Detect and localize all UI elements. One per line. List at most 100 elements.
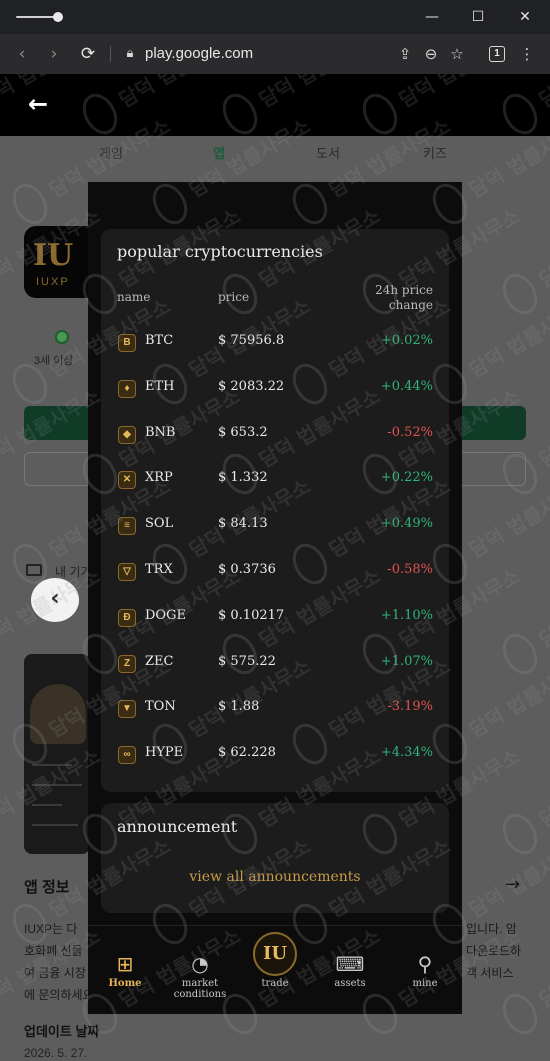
column-change: 24h price change — [340, 283, 433, 313]
tab-kids[interactable]: 키즈 — [423, 143, 447, 162]
url-text[interactable]: play.google.com — [145, 45, 253, 62]
coin-symbol[interactable]: HYPE — [145, 745, 183, 760]
coin-change: +1.10% — [380, 608, 433, 623]
svg-text:담덕 법률사무소: 담덕 법률사무소 — [535, 384, 550, 473]
popular-title: popular cryptocurrencies — [117, 242, 323, 261]
back-arrow-icon[interactable]: ← — [28, 90, 54, 118]
svg-text:담덕 법률사무소: 담덕 법률사무소 — [535, 204, 550, 293]
tab-apps[interactable]: 앱 — [213, 143, 225, 162]
coin-price: $ 0.10217 — [218, 608, 285, 623]
view-all-announcements-link[interactable]: view all announcements — [101, 869, 449, 885]
tab-games[interactable]: 게임 — [99, 143, 123, 162]
carousel-prev-button[interactable]: ‹ — [31, 578, 79, 622]
coin-price: $ 84.13 — [218, 516, 268, 531]
more-icon[interactable]: ⋮ — [516, 42, 538, 66]
nav-mine[interactable]: mine — [390, 978, 460, 989]
app-icon-logo: IU — [33, 238, 74, 273]
pie-chart-icon[interactable]: ◔ — [180, 952, 220, 976]
coin-icon-bnb: ◆ — [118, 426, 136, 444]
coin-symbol[interactable]: ETH — [145, 379, 175, 394]
forward-icon[interactable]: › — [42, 42, 66, 66]
screenshot-line — [32, 764, 72, 766]
zoom-icon[interactable]: ⊖ — [420, 42, 442, 66]
back-icon[interactable]: ‹ — [10, 42, 34, 66]
coin-change: -0.58% — [387, 562, 433, 577]
update-label: 업데이트 날짜 — [24, 1024, 100, 1039]
minimize-icon[interactable]: — — [420, 6, 444, 28]
svg-text:담덕 법률사무소: 담덕 법률사무소 — [465, 294, 550, 383]
maximize-icon[interactable]: ☐ — [466, 6, 490, 28]
coin-icon-sol: ≡ — [118, 517, 136, 535]
coin-symbol[interactable]: BNB — [145, 425, 175, 440]
nav-market-conditions[interactable]: market conditions — [165, 978, 235, 1000]
update-date: 2026. 5. 27. — [24, 1046, 88, 1060]
svg-text:담덕 법률사무소: 담덕 법률사무소 — [465, 474, 550, 563]
home-grid-icon[interactable]: ⊞ — [105, 952, 145, 976]
coin-price: $ 1.88 — [218, 699, 260, 714]
watermark-stamp: 담덕 법률사무소 — [502, 564, 550, 675]
coin-icon-ton: ▼ — [118, 700, 136, 718]
coin-symbol[interactable]: BTC — [145, 333, 173, 348]
description-text: 여 금융 시장 — [24, 966, 86, 980]
app-info-title[interactable]: 앱 정보 — [24, 876, 70, 897]
coin-symbol[interactable]: SOL — [145, 516, 173, 531]
share-icon[interactable]: ⇪ — [394, 42, 416, 66]
coin-change: +1.07% — [380, 654, 433, 669]
svg-text:담덕 법률사무소: 담덕 법률사무소 — [535, 924, 550, 1013]
svg-text:담덕 법률사무소: 담덕 법률사무소 — [535, 564, 550, 653]
watermark-stamp: 담덕 법률사무소 — [502, 204, 550, 315]
description-text: 에 문의하세요 — [24, 988, 94, 1002]
volume-slider-knob[interactable] — [53, 12, 63, 22]
device-icon — [26, 564, 42, 576]
monitor-chart-icon[interactable]: ⌨ — [330, 952, 370, 976]
store-header — [0, 74, 550, 136]
nav-home[interactable]: Home — [90, 978, 160, 989]
description-text: 다운로드하 — [466, 944, 522, 958]
coin-price: $ 653.2 — [218, 425, 268, 440]
tab-count-icon[interactable]: 1 — [489, 46, 505, 62]
coin-symbol[interactable]: TRX — [145, 562, 173, 577]
coin-symbol[interactable]: ZEC — [145, 654, 173, 669]
coin-change: -3.19% — [387, 699, 433, 714]
coin-change: +0.49% — [380, 516, 433, 531]
app-icon-caption: IUXP — [36, 276, 70, 288]
age-rating-icon — [55, 330, 69, 344]
close-icon[interactable]: ✕ — [513, 6, 537, 28]
description-text: 객 서비스 — [466, 966, 514, 980]
nav-trade[interactable]: trade — [240, 978, 310, 989]
lock-icon[interactable]: 🔒︎ — [118, 42, 142, 66]
address-divider — [110, 46, 111, 62]
coin-price: $ 0.3736 — [218, 562, 276, 577]
screen: — ☐ ✕ ‹ › ⟳ 🔒︎ play.google.com ⇪ ⊖ ☆ 1 ⋮… — [0, 0, 550, 1061]
coin-icon-btc: B — [118, 334, 136, 352]
bookmark-icon[interactable]: ☆ — [446, 42, 468, 66]
arrow-right-icon[interactable]: → — [505, 874, 520, 895]
iu-logo-icon[interactable]: IU — [253, 932, 297, 976]
screenshot-line — [32, 804, 62, 806]
column-name: name — [117, 290, 151, 304]
tab-books[interactable]: 도서 — [316, 143, 340, 162]
coin-symbol[interactable]: DOGE — [145, 608, 186, 623]
app-screenshot[interactable] — [24, 654, 90, 854]
column-change-line2: change — [388, 298, 433, 312]
screenshot-art — [30, 684, 86, 744]
coin-symbol[interactable]: XRP — [145, 470, 173, 485]
coin-symbol[interactable]: TON — [145, 699, 176, 714]
nav-assets[interactable]: assets — [315, 978, 385, 989]
column-change-line1: 24h price — [375, 283, 433, 297]
coin-icon-xrp: ✕ — [118, 471, 136, 489]
coin-icon-hype: ∞ — [118, 746, 136, 764]
screenshot-line — [32, 824, 78, 826]
coin-icon-trx: ▽ — [118, 563, 136, 581]
screenshot-line — [32, 784, 82, 786]
coin-price: $ 62.228 — [218, 745, 276, 760]
svg-text:담덕 법률사무소: 담덕 법률사무소 — [465, 654, 550, 743]
device-label: 내 기기 — [55, 565, 92, 579]
coin-change: +0.22% — [380, 470, 433, 485]
person-icon[interactable]: ⚲ — [405, 952, 445, 976]
watermark-stamp: 담덕 법률사무소 — [502, 744, 550, 855]
coin-price: $ 2083.22 — [218, 379, 285, 394]
description-text: 입니다. 암 — [466, 922, 517, 936]
reload-icon[interactable]: ⟳ — [76, 42, 100, 66]
coin-change: +0.44% — [380, 379, 433, 394]
